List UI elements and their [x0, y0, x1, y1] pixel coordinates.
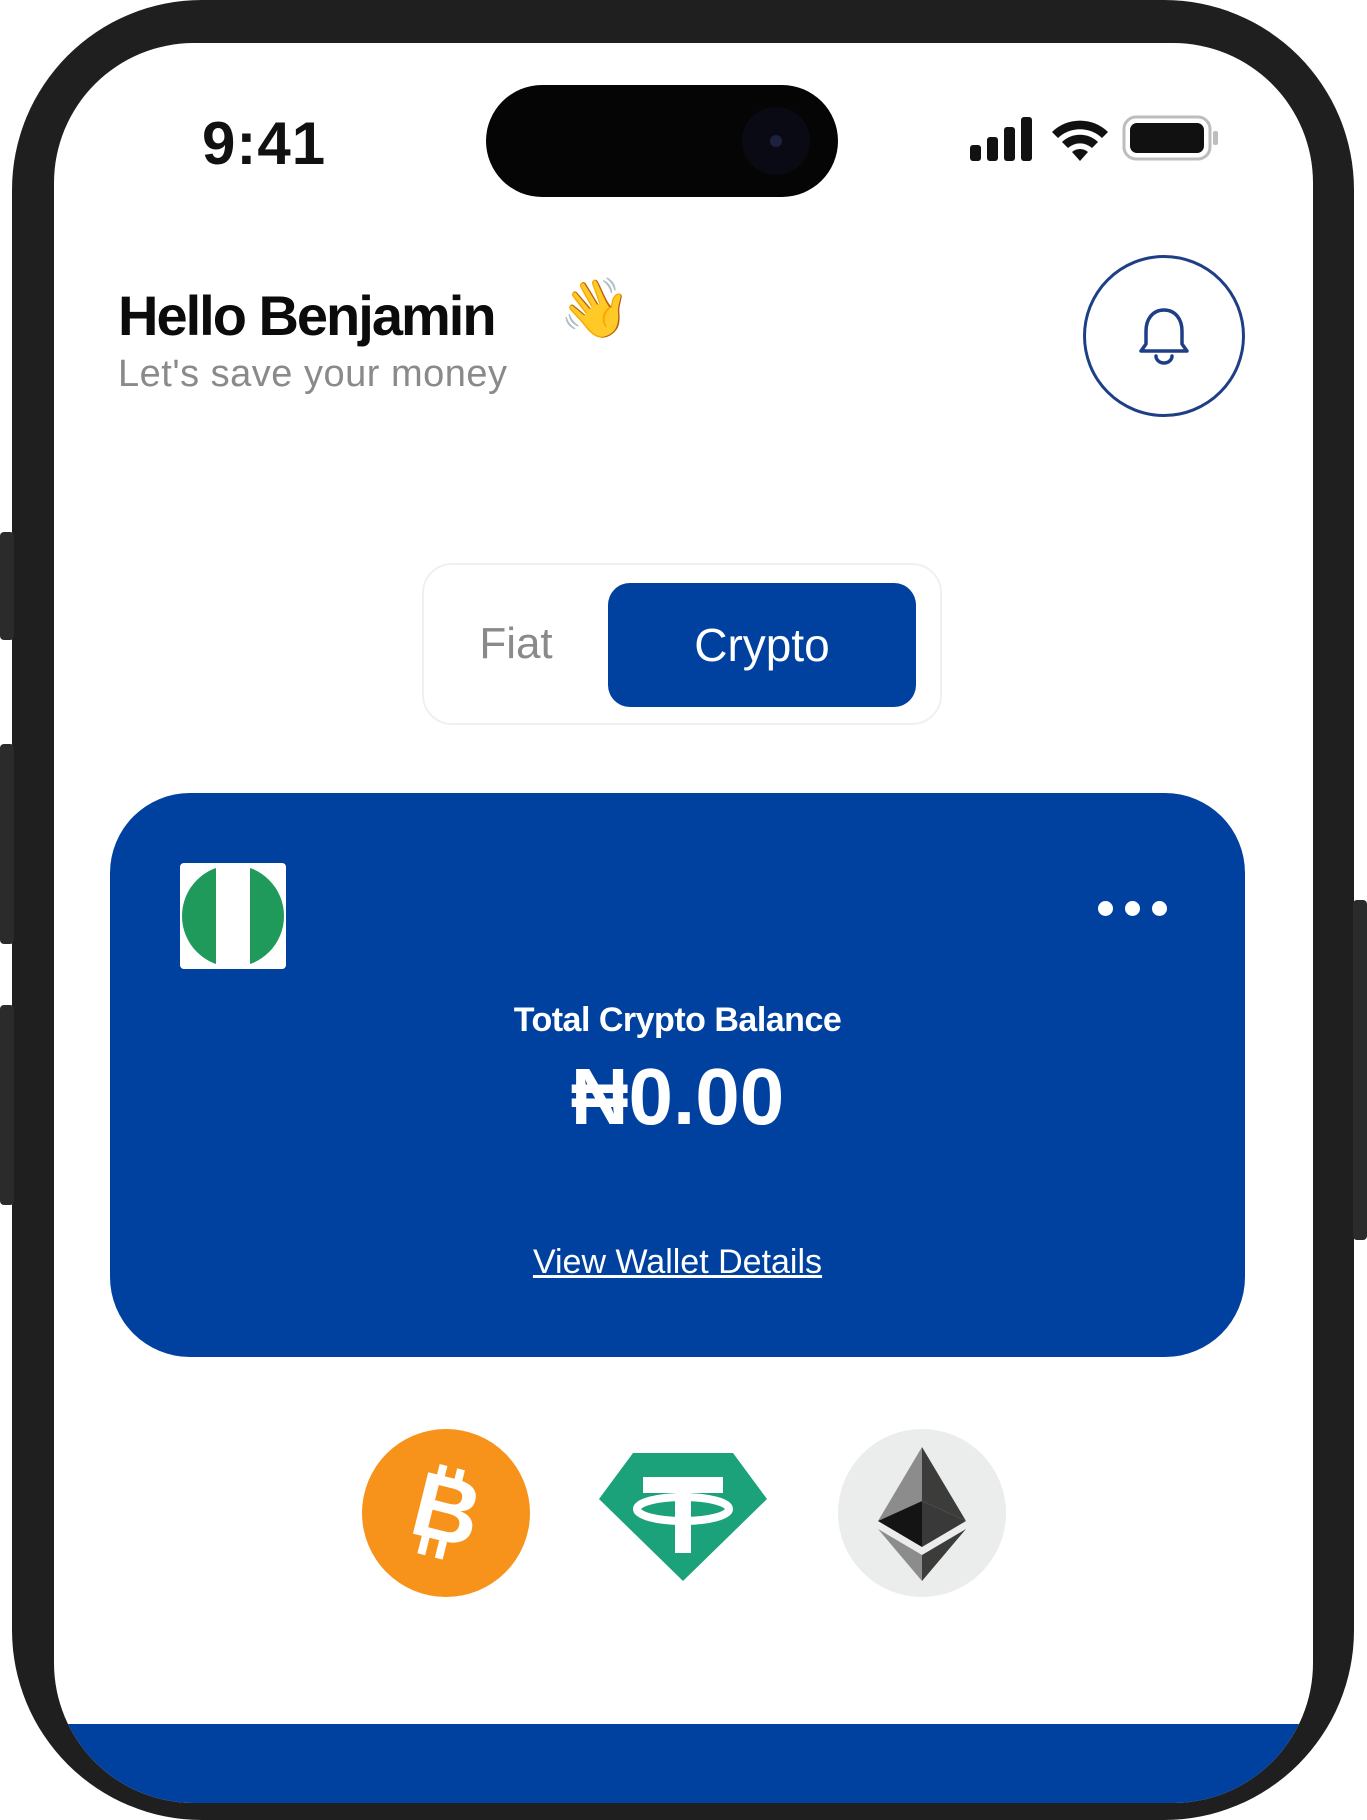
balance-label: Total Crypto Balance [513, 1001, 842, 1039]
bell-icon [1139, 308, 1189, 365]
view-wallet-details-link[interactable]: View Wallet Details [110, 1243, 1245, 1282]
cellular-signal-icon [970, 117, 1032, 161]
notification-button[interactable] [1083, 255, 1245, 417]
more-options-button[interactable] [1098, 901, 1167, 916]
ethereum-icon[interactable] [838, 1429, 1006, 1597]
wallet-type-toggle: Fiat Crypto [422, 563, 942, 725]
more-horizontal-icon [1152, 901, 1167, 916]
tab-fiat[interactable]: Fiat [424, 565, 608, 723]
phone-side-button [0, 532, 14, 640]
dynamic-island [486, 85, 838, 197]
status-time: 9:41 [202, 110, 327, 177]
tab-crypto[interactable]: Crypto [608, 583, 916, 707]
waving-hand-icon: 👋 [559, 276, 632, 341]
more-horizontal-icon [1098, 901, 1113, 916]
phone-volume-up-button [0, 744, 14, 944]
nigeria-flag-icon [180, 863, 286, 969]
greeting-subtitle: Let's save your money [118, 353, 508, 395]
battery-icon [1122, 115, 1218, 161]
app-screen: 9:41 Hello Benjamin 👋 Let's save your mo… [54, 43, 1313, 1803]
bitcoin-icon[interactable]: B [362, 1429, 530, 1597]
wifi-icon [1052, 120, 1108, 161]
tether-icon[interactable] [599, 1429, 767, 1597]
balance-amount: ₦0.00 [570, 1052, 785, 1141]
greeting-title: Hello Benjamin [118, 284, 497, 347]
balance-card: Total Crypto Balance ₦0.00 View Wallet D… [110, 793, 1245, 1357]
front-camera-icon [742, 107, 810, 175]
svg-text:B: B [402, 1453, 491, 1568]
phone-power-button [1353, 900, 1367, 1240]
phone-volume-down-button [0, 1005, 14, 1205]
more-horizontal-icon [1125, 901, 1140, 916]
